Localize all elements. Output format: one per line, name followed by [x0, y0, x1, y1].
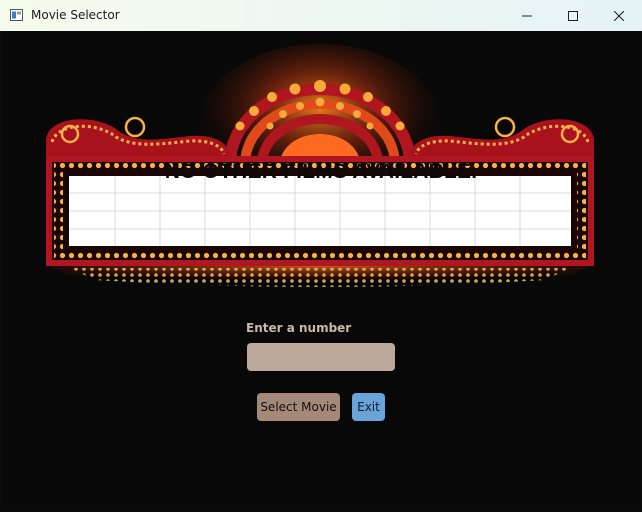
minimize-button[interactable] — [504, 0, 550, 31]
maximize-button[interactable] — [550, 0, 596, 31]
window-title: Movie Selector — [31, 8, 120, 22]
close-icon — [614, 10, 624, 21]
close-button[interactable] — [596, 0, 642, 31]
select-movie-button[interactable]: Select Movie — [257, 393, 340, 421]
maximize-icon — [568, 10, 578, 21]
marquee-text: NO OTHER FILMS AVAILABLE. — [164, 160, 478, 183]
number-input[interactable] — [247, 343, 395, 371]
number-label: Enter a number — [246, 321, 352, 335]
exit-button[interactable]: Exit — [352, 393, 385, 421]
window-app-icon — [10, 9, 23, 21]
minimize-icon — [522, 15, 532, 16]
title-bar: Movie Selector — [0, 0, 642, 31]
